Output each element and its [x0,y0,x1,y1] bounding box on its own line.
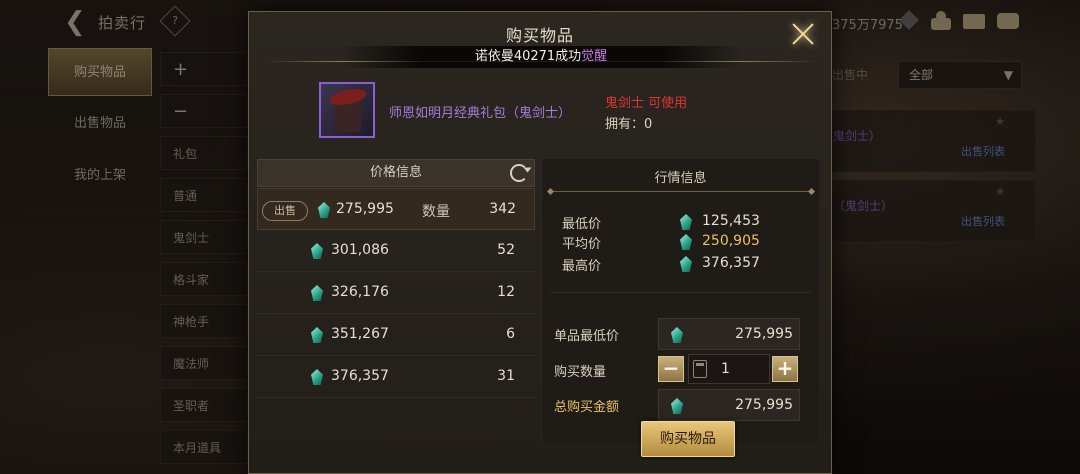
quantity-input-value: 1 [721,361,730,377]
price-row[interactable]: 326,176 12 [257,272,535,314]
gem-icon [671,398,683,414]
price-row[interactable]: 301,086 52 [257,230,535,272]
total-amount-label: 总购买金额 [554,400,620,415]
decrease-button[interactable]: − [658,356,684,382]
dialog-title: 购买物品 [505,26,574,45]
price-list: 出售 275,995 数量 342 301,086 52 326,176 12 … [257,188,535,398]
market-min-label: 最低价 [562,217,602,232]
gem-icon [680,214,692,230]
gem-icon [311,243,323,259]
item-icon[interactable] [319,82,375,138]
unit-price-row: 单品最低价 275,995 [554,318,816,350]
price-value: 351,267 [331,326,389,342]
gem-icon [311,369,323,385]
price-info-title: 价格信息 [369,165,422,180]
item-owned-count: 拥有：0 [605,117,653,132]
notice-text: 诺依曼40271成功 [474,49,582,64]
price-info-header: 价格信息 [257,159,535,187]
gem-icon [680,256,692,272]
price-value: 301,086 [331,242,389,258]
unit-price-label: 单品最低价 [554,329,620,344]
market-separator [550,292,812,293]
sell-tag: 出售 [262,201,308,221]
quantity-value: 342 [489,201,516,217]
quantity-input[interactable]: 1 [688,354,770,384]
buy-quantity-label: 购买数量 [554,365,607,380]
gem-icon [311,327,323,343]
unit-price-box: 275,995 [658,318,800,350]
market-min-row: 最低价 125,453 [562,213,802,233]
gem-icon [311,285,323,301]
gem-icon [671,327,683,343]
item-name: 师恩如明月经典礼包（鬼剑士） [389,106,572,121]
buy-button[interactable]: 购买物品 [641,421,735,457]
market-avg-label: 平均价 [562,237,602,252]
gem-icon [680,234,692,250]
total-amount-value: 275,995 [735,397,793,413]
quantity-value: 31 [497,368,515,384]
market-max-value: 376,357 [702,255,760,271]
market-max-row: 最高价 376,357 [562,255,802,275]
quantity-row: 购买数量 − 1 + [554,354,816,386]
quantity-value: 52 [497,242,515,258]
quantity-value: 12 [497,284,515,300]
quantity-value: 6 [506,326,515,342]
market-info-panel: 行情信息 最低价 125,453 平均价 250,905 最高价 376,357… [541,159,819,443]
unit-price-value: 275,995 [735,326,793,342]
increase-button[interactable]: + [772,356,798,382]
market-info-title: 行情信息 [654,171,707,186]
total-row: 总购买金额 275,995 [554,389,816,421]
calculator-icon[interactable] [693,360,707,378]
gem-icon [318,202,330,218]
market-avg-value: 250,905 [702,233,760,249]
notice-highlight: 觉醒 [581,49,608,64]
close-icon[interactable] [789,20,817,48]
quantity-label: 数量 [422,204,450,220]
market-avg-row: 平均价 250,905 [562,233,802,253]
price-value: 376,357 [331,368,389,384]
price-row[interactable]: 376,357 31 [257,356,535,398]
price-row[interactable]: 351,267 6 [257,314,535,356]
purchase-dialog: 购买物品 诺依曼40271成功觉醒 师恩如明月经典礼包（鬼剑士） 鬼剑士 可使用… [248,11,832,474]
total-amount-box: 275,995 [658,389,800,421]
price-value: 275,995 [336,201,394,217]
system-notice: 诺依曼40271成功觉醒 [339,46,743,68]
market-divider [550,191,812,192]
item-class-restriction: 鬼剑士 可使用 [605,96,688,111]
price-value: 326,176 [331,284,389,300]
market-min-value: 125,453 [702,213,760,229]
market-max-label: 最高价 [562,259,602,274]
price-row[interactable]: 出售 275,995 数量 342 [257,188,535,230]
refresh-icon[interactable] [510,164,528,182]
